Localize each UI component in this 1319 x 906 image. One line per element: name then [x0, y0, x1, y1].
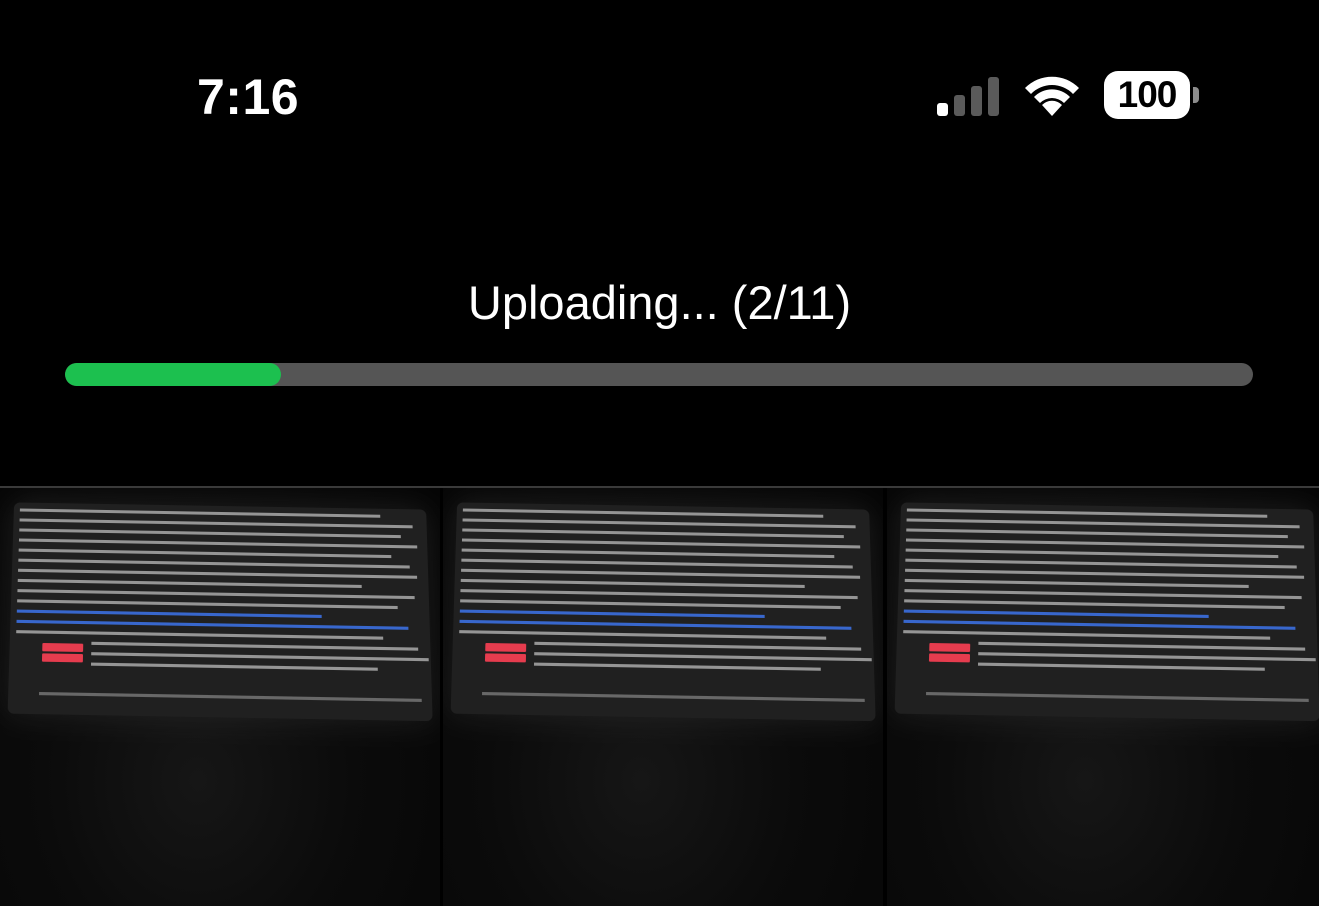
thumbnail-texture-line: [17, 599, 398, 610]
thumbnail-texture-line: [906, 508, 1268, 518]
thumbnail-texture-line: [18, 538, 418, 549]
thumbnail-texture-line: [460, 599, 841, 610]
status-bar: 7:16 100: [0, 0, 1319, 150]
battery-nub: [1193, 87, 1199, 103]
thumbnail-texture-line: [905, 538, 1305, 549]
thumbnail-texture-line: [926, 691, 1309, 702]
thumbnail-texture-line: [534, 652, 872, 662]
thumbnail-image: [894, 502, 1319, 722]
thumbnail-texture-tag: [928, 653, 971, 663]
status-time: 7:16: [197, 69, 300, 125]
thumbnail-texture-line: [461, 548, 835, 559]
thumbnail-texture-line: [905, 568, 1305, 579]
thumbnail-texture-line: [18, 558, 410, 569]
upload-status-label: Uploading... (2/11): [467, 276, 852, 329]
thumbnail-texture-line: [482, 691, 865, 702]
cellular-signal-icon: [937, 77, 999, 116]
thumbnail-texture-line: [904, 589, 1302, 600]
thumbnail-texture-line: [39, 691, 422, 702]
upload-progress-fill: [65, 363, 282, 386]
thumbnail-texture-line: [978, 652, 1316, 662]
thumbnail-texture-line: [462, 508, 824, 518]
thumbnail-texture-line: [90, 662, 378, 671]
thumbnail-texture-line: [18, 568, 418, 579]
battery-level: 100: [1117, 74, 1178, 115]
photo-grid: [0, 488, 1319, 906]
battery-icon: 100: [1104, 71, 1200, 119]
thumbnail-texture-line: [534, 641, 862, 651]
thumbnail-texture-line: [460, 589, 858, 600]
thumbnail-texture-line: [459, 630, 827, 640]
thumbnail-texture-line: [905, 548, 1279, 559]
thumbnail-texture-line: [978, 641, 1306, 651]
thumbnail-texture-line: [461, 568, 861, 579]
thumbnail-texture-line: [16, 619, 409, 630]
thumbnail-texture-line: [19, 518, 413, 529]
thumbnail-texture-line: [906, 518, 1300, 529]
photo-thumbnail[interactable]: [887, 488, 1319, 906]
thumbnail-texture-line: [461, 558, 853, 569]
thumbnail-texture-line: [903, 630, 1271, 640]
thumbnail-texture-line: [91, 641, 419, 651]
thumbnail-texture-line: [460, 578, 805, 588]
thumbnail-image: [450, 502, 876, 722]
thumbnail-texture-line: [17, 578, 362, 588]
thumbnail-texture-line: [17, 589, 415, 600]
photo-thumbnail[interactable]: [0, 488, 440, 906]
thumbnail-texture-tag: [484, 653, 527, 663]
thumbnail-texture-line: [16, 609, 322, 618]
thumbnail-texture-line: [977, 662, 1265, 671]
thumbnail-texture-line: [906, 528, 1288, 539]
thumbnail-texture-line: [19, 528, 401, 539]
thumbnail-texture-line: [462, 518, 856, 529]
thumbnail-texture-line: [904, 578, 1249, 588]
wifi-icon: [1025, 76, 1079, 116]
photo-thumbnail[interactable]: [443, 488, 883, 906]
thumbnail-texture-tag: [929, 642, 971, 653]
thumbnail-texture-line: [533, 662, 821, 671]
thumbnail-texture-line: [462, 528, 844, 539]
thumbnail-texture-line: [19, 508, 381, 518]
thumbnail-texture-tag: [42, 642, 84, 653]
thumbnail-texture-line: [91, 652, 429, 662]
thumbnail-texture-line: [905, 558, 1297, 569]
thumbnail-texture-tag: [485, 642, 527, 653]
battery-body: 100: [1104, 71, 1190, 119]
thumbnail-texture-line: [459, 609, 765, 618]
thumbnail-texture-line: [903, 609, 1209, 618]
thumbnail-texture-line: [18, 548, 392, 559]
thumbnail-texture-tag: [41, 653, 84, 663]
thumbnail-texture-line: [461, 538, 861, 549]
thumbnail-texture-line: [903, 619, 1296, 630]
upload-progress-bar: [65, 363, 1253, 386]
thumbnail-texture-line: [16, 630, 384, 640]
thumbnail-texture-line: [459, 619, 852, 630]
thumbnail-texture-line: [904, 599, 1285, 610]
thumbnail-image: [7, 502, 433, 722]
